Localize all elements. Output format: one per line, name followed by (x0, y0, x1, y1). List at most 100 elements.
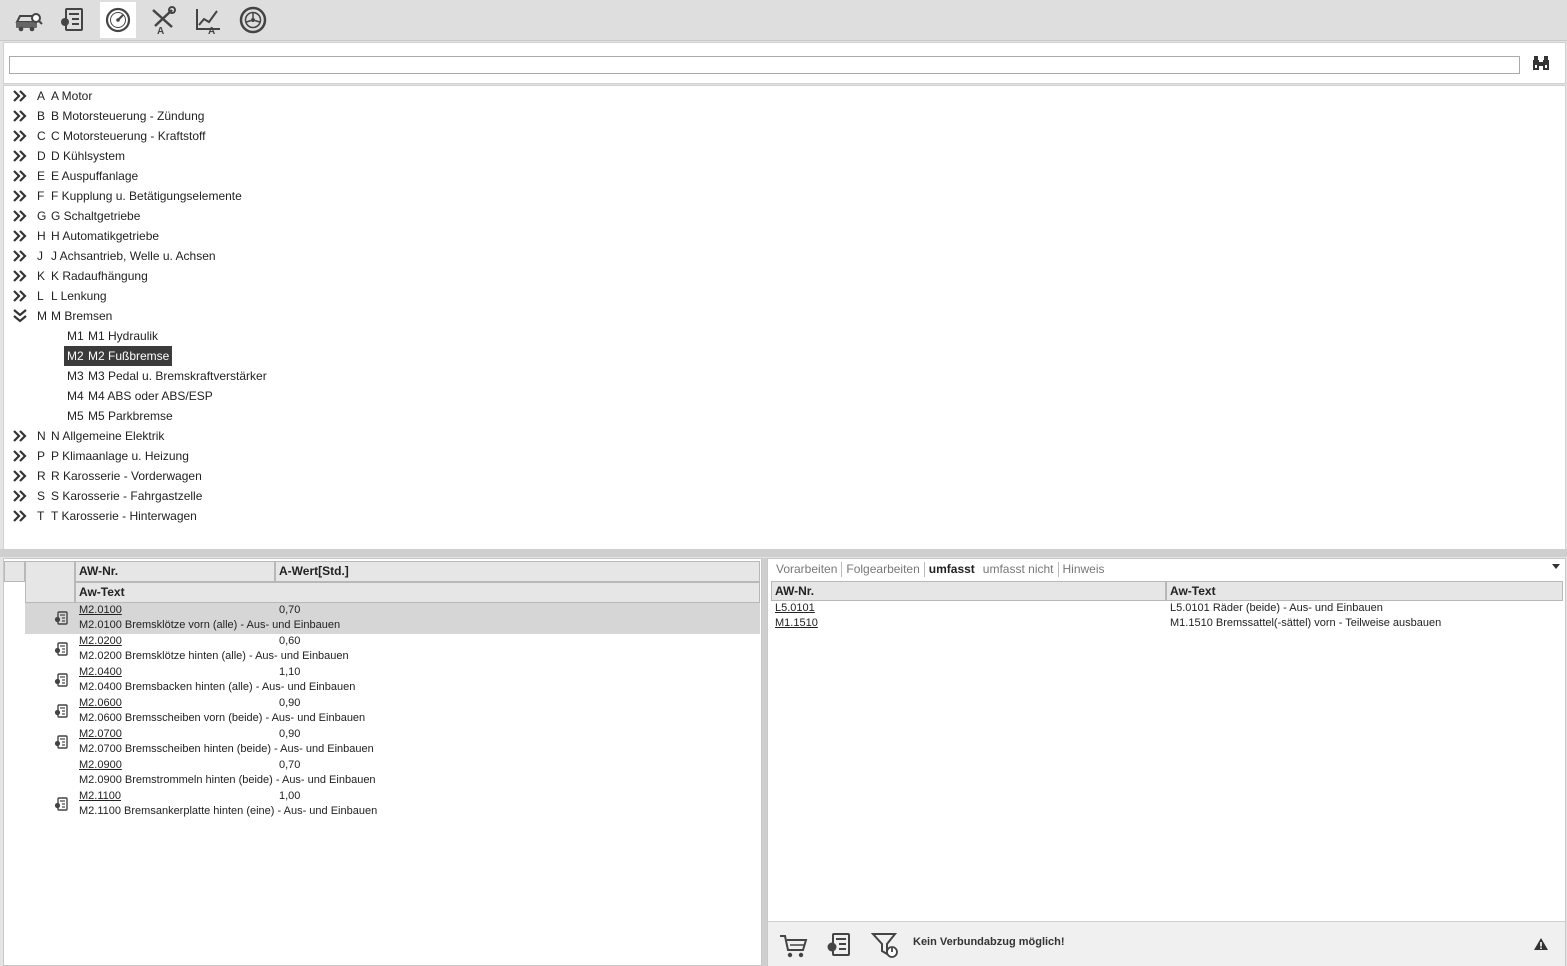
related-aw-nr-link[interactable]: L5.0101 (775, 602, 815, 614)
collapse-chevron-icon[interactable] (12, 309, 28, 323)
tree-group-h[interactable]: H H Automatikgetriebe (4, 226, 604, 246)
worklist-add-icon[interactable] (824, 930, 854, 960)
tree-group-code: L (37, 289, 44, 303)
labor-time-button[interactable] (100, 2, 136, 38)
expand-chevron-icon[interactable] (12, 109, 28, 123)
tree-group-code: N (37, 429, 46, 443)
aw-nr-link[interactable]: M2.0900 (79, 759, 122, 771)
tree-item-code: M5 (67, 409, 84, 423)
expand-chevron-icon[interactable] (12, 89, 28, 103)
expand-chevron-icon[interactable] (12, 489, 28, 503)
tree-item-m1[interactable]: M1 M1 Hydraulik (64, 326, 161, 346)
add-to-worklist-icon[interactable] (53, 641, 69, 657)
tree-item-m4[interactable]: M4 M4 ABS oder ABS/ESP (64, 386, 216, 406)
tree-group-r[interactable]: R R Karosserie - Vorderwagen (4, 466, 604, 486)
table-row[interactable]: M2.0700 0,90 M2.0700 Bremsscheiben hinten … (25, 727, 760, 758)
expand-chevron-icon[interactable] (12, 229, 28, 243)
aw-nr-link[interactable]: M2.0600 (79, 697, 122, 709)
aw-nr-link[interactable]: M2.0700 (79, 728, 122, 740)
add-to-worklist-icon[interactable] (53, 672, 69, 688)
aw-nr-link[interactable]: M2.1100 (79, 790, 121, 802)
aw-nr-link[interactable]: M2.0100 (79, 604, 122, 616)
add-to-worklist-icon[interactable] (53, 796, 69, 812)
tree-group-d[interactable]: D D Kühlsystem (4, 146, 604, 166)
tree-group-n[interactable]: N N Allgemeine Elektrik (4, 426, 604, 446)
tree-group-b[interactable]: B B Motorsteuerung - Zündung (4, 106, 604, 126)
aw-nr-link[interactable]: M2.0400 (79, 666, 122, 678)
a-wert-header[interactable]: A-Wert[Std.] (275, 561, 760, 582)
a-wert-value: 1,10 (279, 666, 301, 678)
tree-group-a[interactable]: A A Motor (4, 86, 604, 106)
related-aw-nr-link[interactable]: M1.1510 (775, 617, 818, 629)
expand-chevron-icon[interactable] (12, 209, 28, 223)
expand-chevron-icon[interactable] (12, 269, 28, 283)
filter-icon[interactable] (870, 930, 900, 960)
vehicle-search-button[interactable] (10, 2, 46, 38)
wheel-button[interactable] (235, 2, 271, 38)
aw-text-value: M2.0700 Bremsscheiben hinten (beide) - A… (79, 743, 374, 755)
tree-item-m2[interactable]: M2 M2 Fußbremse (64, 346, 173, 366)
aw-nr-header[interactable]: AW-Nr. (75, 561, 275, 582)
chart-edit-button[interactable]: A (190, 2, 226, 38)
tree-group-code: R (37, 469, 46, 483)
table-row[interactable]: M2.0900 0,70 M2.0900 Bremstrommeln hinten … (25, 758, 760, 789)
related-row[interactable]: M1.1510 M1.1510 Bremssattel(-sättel) vorn… (772, 617, 1562, 632)
tree-group-g[interactable]: G G Schaltgetriebe (4, 206, 604, 226)
table-row[interactable]: M2.0400 1,10 M2.0400 Bremsbacken hinten (a… (25, 665, 760, 696)
tab-umfasst[interactable]: umfasst (925, 562, 979, 577)
expand-chevron-icon[interactable] (12, 469, 28, 483)
tab-hinweis[interactable]: Hinweis (1059, 562, 1109, 577)
expand-chevron-icon[interactable] (12, 509, 28, 523)
tree-group-f[interactable]: F F Kupplung u. Betätigungselemente (4, 186, 604, 206)
expand-chevron-icon[interactable] (12, 189, 28, 203)
tree-group-label: M Bremsen (51, 309, 113, 323)
tree-group-p[interactable]: P P Klimaanlage u. Heizung (4, 446, 604, 466)
tab-vorarbeiten[interactable]: Vorarbeiten (772, 562, 843, 577)
horizontal-splitter[interactable] (0, 549, 1567, 557)
tree-item-m5[interactable]: M5 M5 Parkbremse (64, 406, 176, 426)
tab-folgearbeiten[interactable]: Folgearbeiten (842, 562, 925, 577)
expand-chevron-icon[interactable] (12, 169, 28, 183)
tools-button[interactable]: A (145, 2, 181, 38)
tree-group-l[interactable]: L L Lenkung (4, 286, 604, 306)
tree-group-m[interactable]: M M Bremsen (4, 306, 604, 326)
shopping-cart-icon[interactable] (778, 930, 808, 960)
right-aw-text-header[interactable]: Aw-Text (1166, 581, 1563, 601)
tree-group-s[interactable]: S S Karosserie - Fahrgastzelle (4, 486, 604, 506)
expand-chevron-icon[interactable] (12, 149, 28, 163)
tree-item-label: M1 Hydraulik (88, 329, 159, 343)
tabs-dropdown-icon[interactable] (1552, 564, 1560, 569)
tree-group-code: H (37, 229, 46, 243)
add-to-worklist-icon[interactable] (53, 610, 69, 626)
expand-chevron-icon[interactable] (12, 129, 28, 143)
worklist-button[interactable] (55, 2, 91, 38)
aw-text-header[interactable]: Aw-Text (75, 582, 760, 603)
expand-chevron-icon[interactable] (12, 449, 28, 463)
add-to-worklist-icon[interactable] (53, 734, 69, 750)
tree-group-j[interactable]: J J Achsantrieb, Welle u. Achsen (4, 246, 604, 266)
table-row[interactable]: M2.1100 1,00 M2.1100 Bremsankerplatte hint… (25, 789, 760, 820)
related-row[interactable]: L5.0101 L5.0101 Räder (beide) - Aus- und … (772, 602, 1562, 617)
expand-chevron-icon[interactable] (12, 249, 28, 263)
tree-group-label: G Schaltgetriebe (51, 209, 141, 223)
table-row[interactable]: M2.0600 0,90 M2.0600 Bremsscheiben vorn (b… (25, 696, 760, 727)
tree-item-m3[interactable]: M3 M3 Pedal u. Bremskraftverstärker (64, 366, 270, 386)
binoculars-icon[interactable] (1531, 53, 1551, 73)
table-row[interactable]: M2.0200 0,60 M2.0200 Bremsklötze hinten (a… (25, 634, 760, 665)
labor-table-panel: AW-Nr. A-Wert[Std.] Aw-Text M2.0100 0,70 M… (3, 558, 762, 966)
search-input[interactable] (9, 56, 1520, 74)
tree-group-t[interactable]: T T Karosserie - Hinterwagen (4, 506, 604, 526)
add-to-worklist-icon[interactable] (53, 703, 69, 719)
warning-icon (1534, 938, 1548, 950)
tree-group-k[interactable]: K K Radaufhängung (4, 266, 604, 286)
expand-chevron-icon[interactable] (12, 289, 28, 303)
a-wert-value: 0,70 (279, 759, 301, 771)
tree-group-e[interactable]: E E Auspuffanlage (4, 166, 604, 186)
expand-chevron-icon[interactable] (12, 429, 28, 443)
tools-icon: A (152, 6, 176, 35)
right-aw-nr-header[interactable]: AW-Nr. (771, 581, 1166, 601)
tree-group-c[interactable]: C C Motorsteuerung - Kraftstoff (4, 126, 604, 146)
aw-nr-link[interactable]: M2.0200 (79, 635, 122, 647)
table-row[interactable]: M2.0100 0,70 M2.0100 Bremsklötze vorn (all… (25, 603, 760, 634)
tab-umfasst-nicht[interactable]: umfasst nicht (979, 562, 1059, 577)
